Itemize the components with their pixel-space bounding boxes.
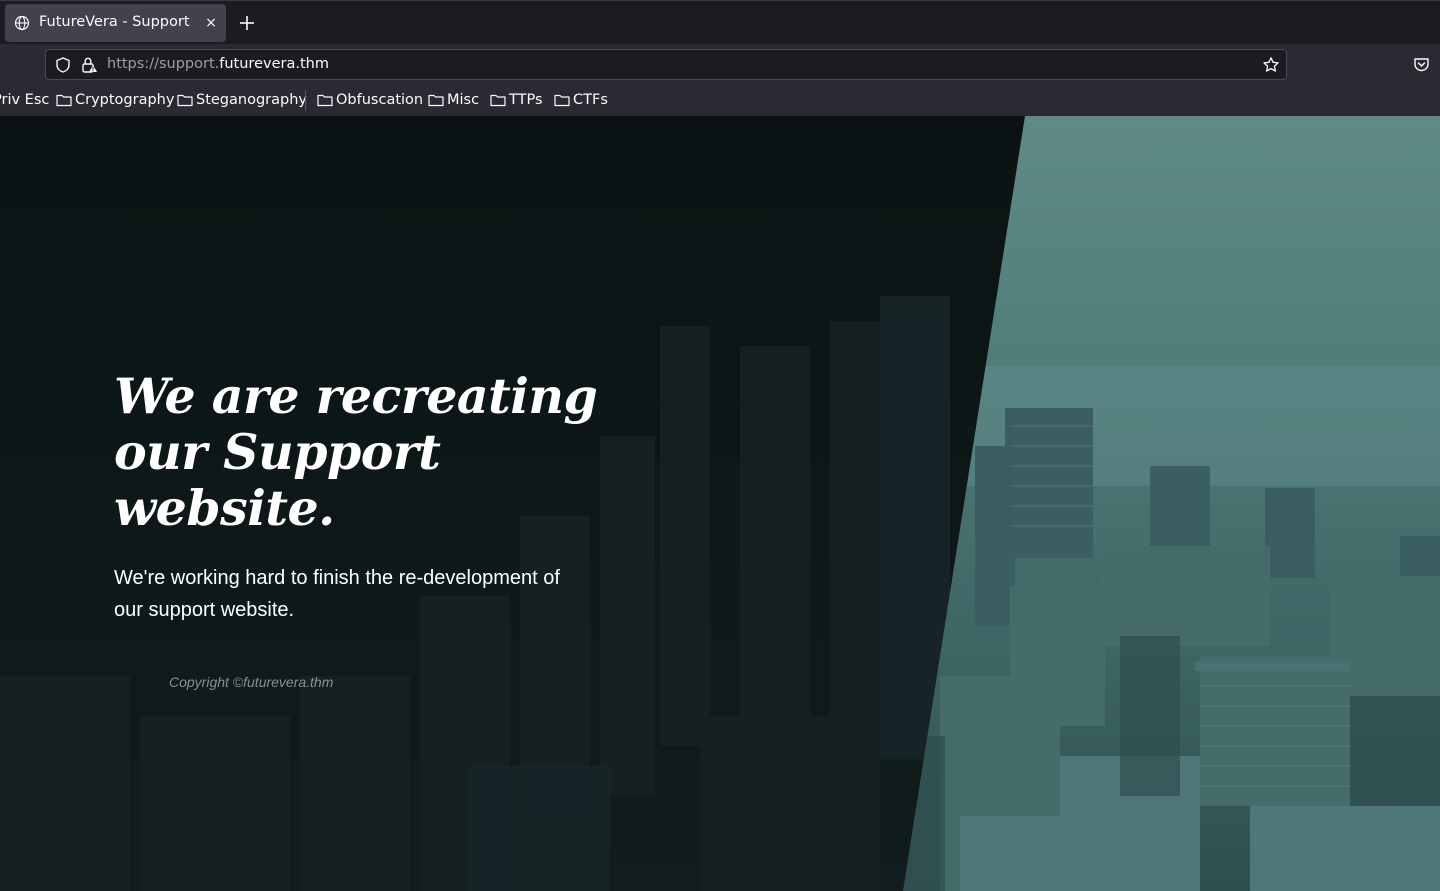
bookmarks-toolbar: Priv Esc Cryptography Steganography Obfu…: [0, 84, 1440, 116]
bookmark-label: Steganography: [196, 92, 307, 108]
bookmarks-separator: [305, 90, 306, 111]
bookmark-ctfs[interactable]: CTFs: [554, 91, 608, 109]
folder-icon: [490, 94, 506, 107]
folder-icon: [177, 94, 193, 107]
pocket-icon[interactable]: [1413, 56, 1430, 73]
url-text[interactable]: https://support.futurevera.thm: [107, 56, 329, 72]
bookmark-label: Priv Esc: [0, 92, 50, 108]
bookmark-priv-esc[interactable]: Priv Esc: [0, 91, 49, 109]
tracking-shield-icon[interactable]: [54, 56, 72, 74]
hero-heading: We are recreating our Support website.: [114, 367, 598, 537]
bookmark-label: Misc: [447, 92, 480, 108]
url-domain: futurevera.thm: [219, 56, 329, 72]
bookmark-label: Cryptography: [75, 92, 175, 108]
copyright-text: Copyright ©futurevera.thm: [169, 674, 334, 690]
bookmark-ttps[interactable]: TTPs: [490, 91, 543, 109]
bookmark-misc[interactable]: Misc: [428, 91, 479, 109]
tab-bar: FutureVera - Support ×: [0, 0, 1440, 44]
folder-icon: [317, 94, 333, 107]
globe-icon: [14, 15, 30, 31]
insecure-lock-icon[interactable]: [80, 56, 98, 74]
hero-subtitle: We're working hard to finish the re-deve…: [114, 567, 560, 621]
new-tab-plus-icon[interactable]: [236, 12, 258, 34]
bookmark-label: Obfuscation: [336, 92, 424, 108]
bookmark-steganography[interactable]: Steganography: [177, 91, 307, 109]
nav-toolbar: https://support.futurevera.thm: [0, 44, 1440, 84]
bookmark-obfuscation[interactable]: Obfuscation: [317, 91, 423, 109]
close-tab-icon[interactable]: ×: [203, 15, 219, 31]
browser-tab[interactable]: FutureVera - Support ×: [5, 4, 226, 42]
bookmark-label: TTPs: [509, 92, 543, 108]
url-scheme: https://support.: [107, 56, 220, 72]
url-bar[interactable]: https://support.futurevera.thm: [45, 49, 1287, 80]
folder-icon: [554, 94, 570, 107]
folder-icon: [428, 94, 444, 107]
folder-icon: [56, 94, 72, 107]
bookmark-star-icon[interactable]: [1262, 56, 1280, 74]
bookmark-cryptography[interactable]: Cryptography: [56, 91, 174, 109]
webpage-content: We are recreating our Support website. W…: [0, 116, 1440, 891]
bookmark-label: CTFs: [573, 92, 608, 108]
tab-title: FutureVera - Support: [39, 14, 190, 30]
